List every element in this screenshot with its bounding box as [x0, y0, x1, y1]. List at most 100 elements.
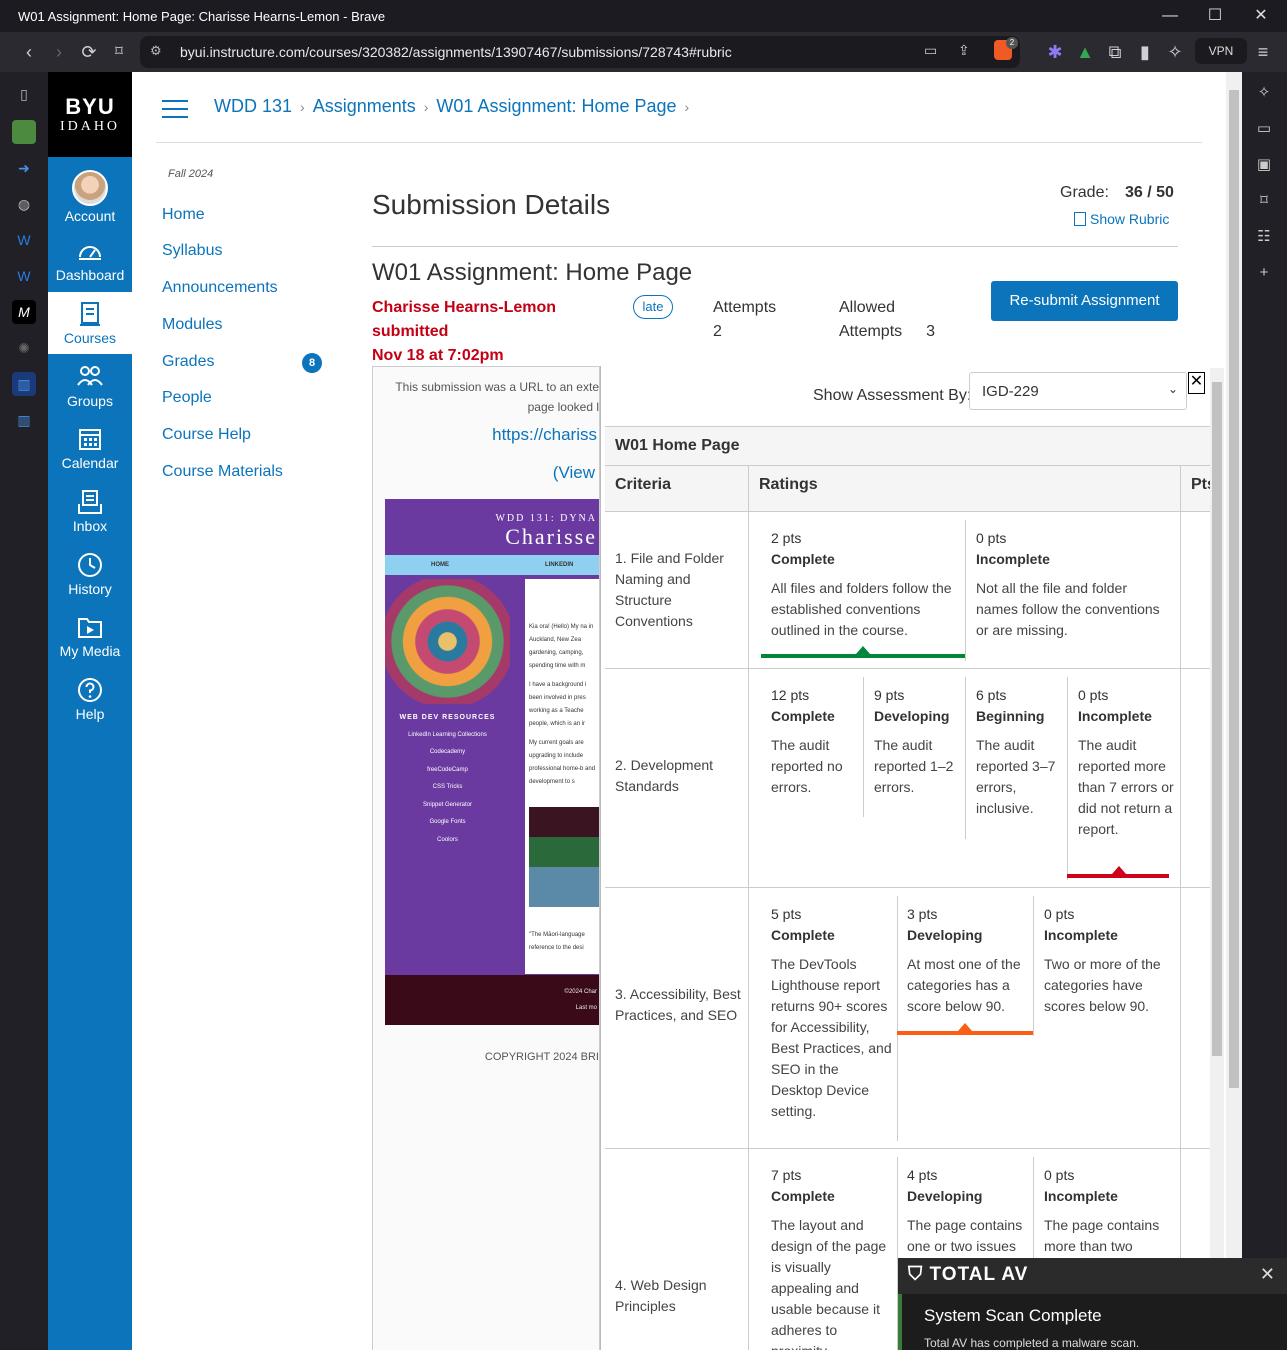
rating-cell[interactable]: 3 pts Developing At most one of the cate… — [907, 904, 1031, 1017]
nav-history[interactable]: History — [48, 543, 132, 605]
chevron-right-icon: › — [423, 99, 429, 115]
app-icon-green[interactable] — [12, 120, 36, 144]
view-link[interactable]: (View — [553, 463, 595, 483]
extensions-puzzle-icon[interactable]: ⧉ — [1103, 40, 1127, 64]
close-rubric-button[interactable]: ✕ — [1188, 372, 1205, 394]
leo-icon[interactable]: ✧ — [1253, 82, 1275, 104]
rating-desc: Not all the file and folder names follow… — [976, 580, 1160, 638]
nav-account[interactable]: Account — [48, 162, 132, 224]
course-nav-syllabus[interactable]: Syllabus — [162, 242, 222, 260]
page-scrollbar[interactable] — [1226, 72, 1242, 1350]
back-icon[interactable]: ‹ — [17, 40, 41, 64]
rating-cell[interactable]: 6 pts Beginning The audit reported 3–7 e… — [976, 685, 1062, 819]
course-nav-modules[interactable]: Modules — [162, 316, 222, 334]
site-header-small: WDD 131: DYNA — [495, 513, 597, 524]
rating-cell[interactable]: 5 pts Complete The DevTools Lighthouse r… — [771, 904, 893, 1122]
nav-help[interactable]: Help — [48, 668, 132, 730]
nav-my-media[interactable]: My Media — [48, 605, 132, 667]
rating-cell[interactable]: 2 pts Complete All files and folders fol… — [771, 528, 959, 641]
rating-cell[interactable]: 4 pts Developing The page contains one o… — [907, 1165, 1031, 1257]
course-nav-people[interactable]: People — [162, 389, 212, 407]
reading-list-icon[interactable]: ☷ — [1253, 226, 1275, 248]
selected-marker — [958, 1023, 972, 1031]
sidebar-toggle-icon[interactable]: ▮ — [1133, 40, 1157, 64]
medium-icon[interactable]: M — [12, 300, 36, 324]
wordpress-icon-2[interactable]: W — [12, 264, 36, 288]
logo-bottom-text: IDAHO — [59, 119, 121, 134]
global-navigation: BYU IDAHO Account Dashboard Courses Grou… — [48, 72, 132, 1350]
submission-url-link[interactable]: https://chariss — [492, 425, 597, 445]
nav-my-media-label: My Media — [59, 643, 121, 659]
panel-toggle-icon[interactable]: ▯ — [12, 82, 36, 106]
menu-icon[interactable]: ≡ — [1251, 40, 1275, 64]
byu-idaho-logo[interactable]: BYU IDAHO — [48, 72, 132, 157]
rating-cell[interactable]: 12 pts Complete The audit reported no er… — [771, 685, 857, 798]
nav-inbox-label: Inbox — [72, 518, 108, 534]
breadcrumb-course[interactable]: WDD 131 — [214, 96, 292, 116]
site-info-icon[interactable]: ⚙ — [150, 43, 162, 59]
bookmarks-icon[interactable]: ⌑ — [1253, 190, 1275, 212]
site-resource-item: Codecademy — [429, 749, 466, 755]
rating-cell[interactable]: 0 pts Incomplete The page contains more … — [1044, 1165, 1170, 1257]
rating-cell[interactable]: 7 pts Complete The layout and design of … — [771, 1165, 893, 1350]
cast-icon[interactable]: ▭ — [924, 42, 937, 59]
wallet-icon[interactable]: ▣ — [1253, 154, 1275, 176]
rubric-title: W01 Home Page — [605, 426, 1211, 466]
site-resource-item: freeCodeCamp — [427, 766, 468, 773]
rating-desc: Two or more of the categories have score… — [1044, 956, 1161, 1014]
nav-dashboard[interactable]: Dashboard — [48, 229, 132, 291]
rating-desc: The audit reported no errors. — [771, 737, 843, 795]
share-icon[interactable]: ⇪ — [958, 42, 970, 59]
drive-icon[interactable]: ▲ — [1073, 40, 1097, 64]
rating-cell[interactable]: 0 pts Incomplete Two or more of the cate… — [1044, 904, 1170, 1017]
nav-courses[interactable]: Courses — [48, 292, 132, 354]
wordpress-icon[interactable]: W — [12, 228, 36, 252]
globe-icon[interactable]: ◍ — [12, 192, 36, 216]
forward-icon[interactable]: › — [47, 40, 71, 64]
close-notification-icon[interactable]: ✕ — [1260, 1264, 1275, 1285]
vpn-button[interactable]: VPN — [1195, 38, 1247, 64]
course-nav-course-help[interactable]: Course Help — [162, 426, 251, 444]
add-icon[interactable]: + — [1253, 262, 1275, 284]
rating-name: Complete — [771, 551, 835, 567]
course-nav-course-materials[interactable]: Course Materials — [162, 463, 283, 481]
scrollbar-thumb[interactable] — [1229, 90, 1239, 1088]
breadcrumb-assignments[interactable]: Assignments — [313, 96, 416, 116]
nav-calendar[interactable]: Calendar — [48, 417, 132, 479]
course-menu-toggle[interactable] — [162, 100, 188, 118]
maximize-icon[interactable]: ☐ — [1205, 6, 1225, 26]
video-icon[interactable]: ▭ — [1253, 118, 1275, 140]
site-resources: WEB DEV RESOURCES LinkedIn Learning Coll… — [385, 709, 510, 849]
course-nav-grades[interactable]: Grades — [162, 353, 214, 371]
notification-body[interactable]: System Scan Complete Total AV has comple… — [898, 1294, 1287, 1350]
show-rubric-link[interactable]: Show Rubric — [1074, 211, 1169, 227]
rating-cell[interactable]: 9 pts Developing The audit reported 1–2 … — [874, 685, 960, 798]
course-nav-announcements[interactable]: Announcements — [162, 279, 278, 297]
scrollbar-thumb[interactable] — [1212, 382, 1222, 1056]
close-window-icon[interactable]: ✕ — [1251, 6, 1271, 26]
selected-marker — [1112, 866, 1126, 874]
arrow-app-icon[interactable]: ➜ — [12, 156, 36, 180]
rating-name: Complete — [771, 927, 835, 943]
canvas-page: BYU IDAHO Account Dashboard Courses Grou… — [48, 72, 1226, 1350]
rating-cell[interactable]: 0 pts Incomplete Not all the file and fo… — [976, 528, 1172, 641]
course-nav-home[interactable]: Home — [162, 206, 205, 224]
nav-inbox[interactable]: Inbox — [48, 480, 132, 542]
rating-pts: 6 pts — [976, 687, 1007, 703]
address-bar[interactable]: ⚙ byui.instructure.com/courses/320382/as… — [140, 36, 1020, 68]
minimize-icon[interactable]: — — [1160, 6, 1180, 26]
leo-ai-icon[interactable]: ✧ — [1163, 40, 1187, 64]
analytics-icon-2[interactable]: ▥ — [12, 408, 36, 432]
nav-groups[interactable]: Groups — [48, 355, 132, 417]
analytics-icon[interactable]: ▥ — [12, 372, 36, 396]
extension-icon[interactable]: ✱ — [1043, 40, 1067, 64]
rubric-scrollbar[interactable] — [1210, 368, 1224, 1350]
rating-cell[interactable]: 0 pts Incomplete The audit reported more… — [1078, 685, 1174, 840]
openai-icon[interactable]: ✺ — [12, 336, 36, 360]
nav-calendar-label: Calendar — [61, 455, 119, 471]
breadcrumb-assignment[interactable]: W01 Assignment: Home Page — [436, 96, 676, 116]
assessor-select[interactable]: IGD-229 ⌄ — [969, 372, 1187, 410]
reload-icon[interactable]: ⟳ — [77, 40, 101, 64]
resubmit-button[interactable]: Re-submit Assignment — [991, 281, 1178, 321]
bookmark-icon[interactable]: ⌑ — [107, 40, 131, 64]
